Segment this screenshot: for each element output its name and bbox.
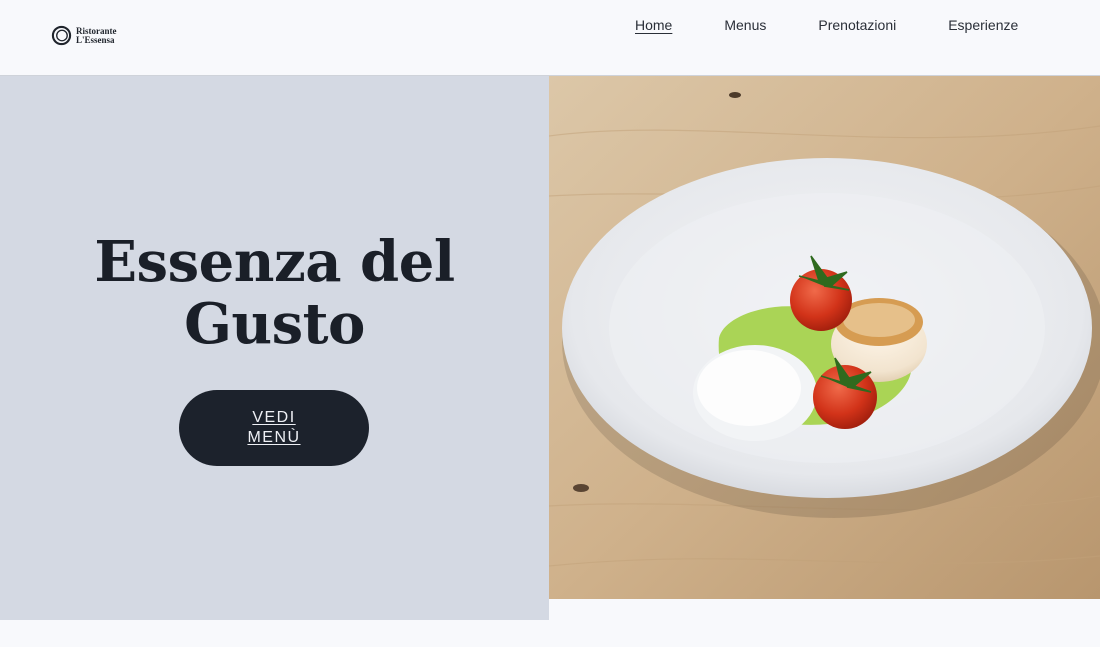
main-nav: Home Menus Prenotazioni Esperienze xyxy=(609,17,1044,33)
food-photo-illustration xyxy=(549,76,1100,599)
logo-text: Ristorante L'Essensa xyxy=(76,26,117,45)
logo-ring-icon xyxy=(51,25,72,46)
hero-title: Essenza del Gusto xyxy=(0,231,549,355)
logo[interactable]: Ristorante L'Essensa xyxy=(51,25,117,46)
nav-prenotazioni[interactable]: Prenotazioni xyxy=(792,17,922,33)
hero-title-line-1: Essenza del xyxy=(94,229,455,295)
view-menu-button[interactable]: VEDI MENÙ xyxy=(179,390,369,466)
nav-menus[interactable]: Menus xyxy=(698,17,792,33)
hero-food-image xyxy=(549,76,1100,599)
nav-esperienze[interactable]: Esperienze xyxy=(922,17,1044,33)
hero-panel: Essenza del Gusto VEDI MENÙ xyxy=(0,76,549,620)
logo-line-2: L'Essensa xyxy=(76,34,115,45)
view-menu-button-label: VEDI MENÙ xyxy=(247,409,301,446)
nav-home[interactable]: Home xyxy=(609,17,698,33)
site-header: Ristorante L'Essensa Home Menus Prenotaz… xyxy=(0,0,1100,76)
hero-title-line-2: Gusto xyxy=(184,291,365,357)
